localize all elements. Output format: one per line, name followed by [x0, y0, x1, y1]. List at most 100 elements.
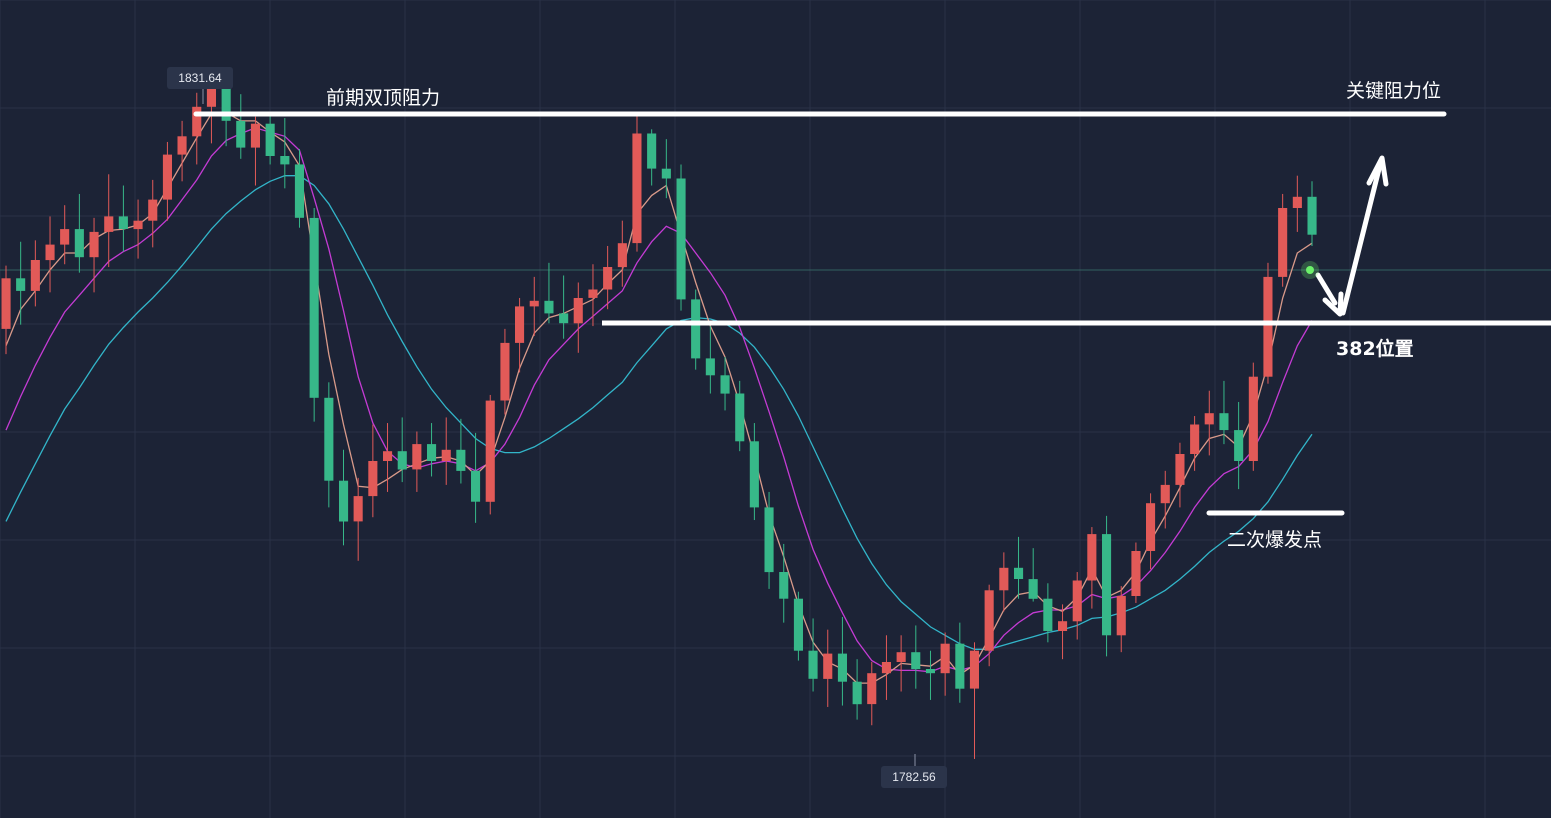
candle-body [16, 278, 26, 291]
candle-body [353, 496, 363, 522]
candle-body [368, 461, 378, 497]
candle-body [1, 278, 11, 329]
candle-body [89, 231, 99, 258]
candle-body [397, 451, 407, 470]
candle-body [984, 590, 994, 651]
candle-body [1058, 621, 1068, 631]
candle-body [676, 178, 686, 300]
candle-body [896, 652, 906, 662]
candle-body [1175, 454, 1185, 485]
candle-body [1131, 551, 1141, 596]
candle-body [735, 393, 745, 442]
candle-body [1014, 567, 1024, 579]
candle-body [148, 199, 158, 221]
candle-body [427, 444, 437, 461]
candle-body [544, 300, 554, 314]
candle-body [779, 572, 789, 599]
candle-body [30, 260, 40, 291]
candle-body [764, 507, 774, 573]
candle-body [1263, 276, 1273, 377]
candle-body [1116, 595, 1126, 636]
candle-body [118, 216, 128, 229]
current-price-glow [1301, 261, 1319, 279]
candle-body [133, 220, 143, 230]
candle-body [1234, 430, 1244, 461]
candle-body [412, 444, 422, 470]
candle-body [74, 229, 84, 258]
candle-body [236, 120, 246, 148]
candle-body [940, 643, 950, 674]
key-resistance-label: 关键阻力位 [1346, 80, 1441, 102]
candle-body [529, 300, 539, 307]
candle-body [441, 449, 451, 461]
candle-body [867, 673, 877, 705]
candlestick-chart: 1831.64 1782.56 前期双顶阻力 关键阻力位 382位置 二次爆发点 [0, 0, 1551, 818]
candle-body [1248, 376, 1258, 461]
candle-body [339, 480, 349, 522]
candle-body [309, 217, 319, 398]
candle-body [485, 400, 495, 502]
candle-body [104, 216, 114, 232]
fib-382-label: 382位置 [1336, 337, 1414, 360]
chart-background [0, 0, 1551, 818]
candle-body [456, 449, 466, 471]
candle-body [1102, 534, 1112, 636]
candle-body [324, 397, 334, 481]
candle-body [793, 598, 803, 651]
candle-body [588, 289, 598, 298]
candle-body [720, 375, 730, 394]
second-breakout-label: 二次爆发点 [1227, 529, 1322, 551]
candle-body [515, 306, 525, 343]
candle-body [1292, 196, 1302, 208]
candle-body [192, 106, 202, 137]
candle-body [881, 662, 891, 674]
candle-body [573, 298, 583, 324]
candle [691, 289, 701, 370]
candle-body [383, 451, 393, 461]
candle-body [60, 229, 70, 245]
candle-body [280, 156, 290, 165]
double-top-resistance-label: 前期双顶阻力 [326, 87, 440, 109]
candle-body [1043, 598, 1053, 631]
candle-body [823, 653, 833, 679]
candle-body [617, 243, 627, 268]
candle [1102, 515, 1112, 657]
candle-body [1307, 196, 1317, 235]
candle-body [1190, 424, 1200, 454]
candle-body [955, 643, 965, 689]
candle-body [1219, 413, 1229, 431]
candle-body [1146, 503, 1156, 551]
low-price-label: 1782.56 [892, 770, 936, 784]
candle-body [500, 342, 510, 401]
candle-body [852, 681, 862, 705]
candle-body [294, 164, 304, 218]
candle [793, 591, 803, 661]
candle-body [837, 653, 847, 682]
candle-body [691, 299, 701, 359]
high-price-label: 1831.64 [178, 71, 222, 85]
candle-body [808, 650, 818, 679]
candle-body [749, 441, 759, 508]
candle-body [1278, 208, 1288, 277]
candle [676, 164, 686, 311]
candle-body [1204, 413, 1214, 425]
candle-body [162, 154, 172, 200]
candle-body [1087, 534, 1097, 581]
candle-body [250, 123, 260, 148]
candle-body [647, 133, 657, 169]
candle-body [45, 244, 55, 261]
candle-body [1160, 484, 1170, 504]
candle-body [925, 669, 935, 674]
candle-body [177, 136, 187, 155]
candle-body [1028, 579, 1038, 599]
candle-body [1072, 580, 1082, 622]
candle-body [705, 358, 715, 376]
candle [309, 208, 319, 422]
candle [1131, 542, 1141, 603]
candle [485, 394, 495, 515]
candle-body [559, 313, 569, 324]
candle-body [661, 168, 671, 179]
candle-body [911, 652, 921, 670]
candle-body [969, 650, 979, 689]
candle-body [603, 267, 613, 290]
